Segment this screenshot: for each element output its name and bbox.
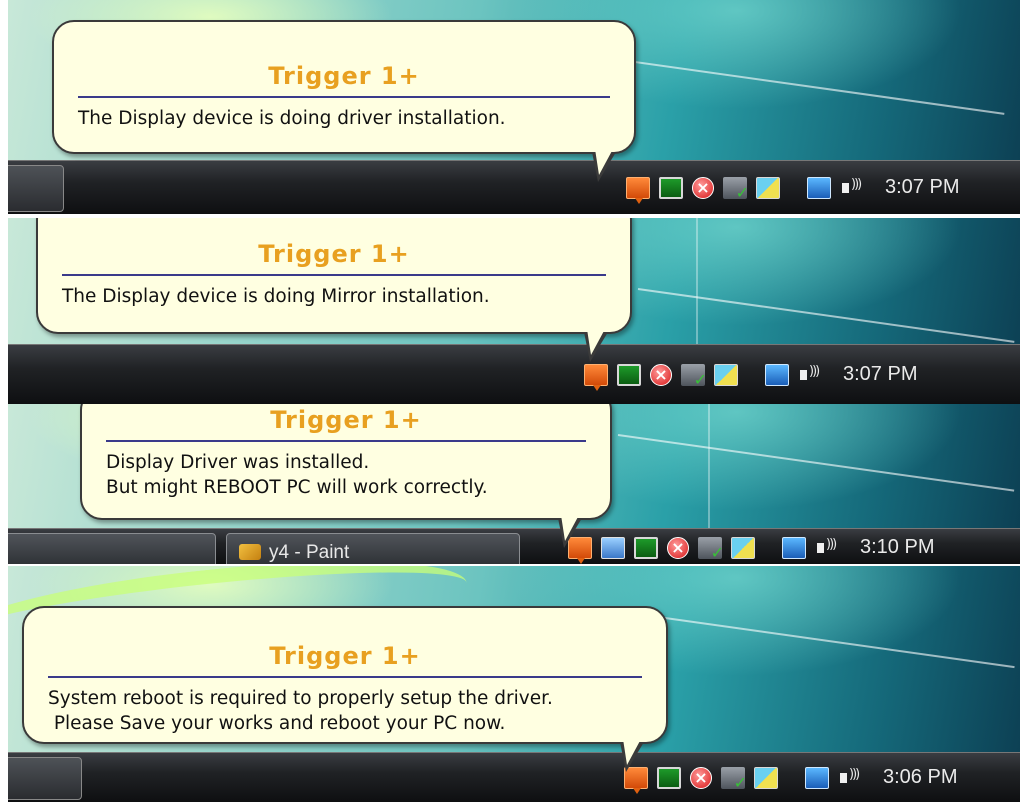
clock[interactable]: 3:07 PM [843, 363, 917, 386]
balloon-tail [558, 515, 582, 548]
network-connection-icon[interactable] [765, 363, 789, 386]
clock[interactable]: 3:07 PM [885, 176, 959, 199]
notification-balloon[interactable]: Trigger 1+ System reboot is required to … [22, 606, 668, 772]
taskbar: 3:07 PM [8, 344, 1020, 404]
network-icon[interactable] [754, 766, 778, 789]
usb-display-icon[interactable] [584, 363, 608, 391]
taskbar-button-label: y4 - Paint [269, 542, 350, 563]
balloon-title: Trigger 1+ [269, 642, 421, 670]
volume-icon[interactable] [840, 177, 862, 199]
system-tray: 3:06 PM [624, 753, 957, 802]
security-shield-icon[interactable] [690, 766, 712, 789]
system-tray: 3:07 PM [584, 345, 917, 404]
balloon-tail [620, 739, 644, 772]
clock[interactable]: 3:06 PM [883, 766, 957, 789]
update-check-icon[interactable] [723, 176, 749, 202]
monitor-icon[interactable] [634, 536, 658, 559]
taskbar: 3:06 PM [8, 752, 1020, 802]
system-tray: 3:10 PM [568, 531, 934, 564]
balloon-message: The Display device is doing Mirror insta… [62, 286, 490, 307]
paint-app-icon [239, 544, 261, 560]
monitor-icon[interactable] [657, 766, 681, 789]
notification-balloon[interactable]: Trigger 1+ Display Driver was installed.… [80, 404, 612, 548]
volume-icon[interactable] [838, 767, 860, 789]
balloon-title: Trigger 1+ [258, 240, 410, 268]
notification-balloon[interactable]: Trigger 1+ The Display device is doing d… [52, 20, 636, 182]
monitor-icon[interactable] [617, 363, 641, 386]
update-check-icon[interactable] [698, 536, 724, 562]
security-shield-icon[interactable] [667, 536, 689, 559]
network-connection-icon[interactable] [782, 536, 806, 559]
taskbar-button-paint[interactable]: y4 - Paint [226, 533, 520, 564]
update-check-icon[interactable] [721, 766, 747, 792]
start-button-edge[interactable] [8, 757, 82, 800]
start-button-edge[interactable] [8, 165, 64, 212]
network-icon[interactable] [756, 176, 780, 199]
security-shield-icon[interactable] [650, 363, 672, 386]
balloon-message: The Display device is doing driver insta… [78, 108, 506, 129]
balloon-tail [584, 329, 608, 362]
update-check-icon[interactable] [681, 363, 707, 389]
balloon-title: Trigger 1+ [268, 62, 420, 90]
screenshot-panel-2: 3:07 PM Trigger 1+ The Display device is… [8, 218, 1020, 404]
network-connection-icon[interactable] [805, 766, 829, 789]
balloon-tail [592, 149, 616, 182]
system-tray: 3:07 PM [626, 161, 959, 214]
network-icon[interactable] [731, 536, 755, 559]
balloon-divider [48, 676, 642, 678]
network-icon[interactable] [714, 363, 738, 386]
balloon-message: Display Driver was installed. But might … [106, 452, 488, 498]
balloon-divider [62, 274, 606, 276]
notification-balloon[interactable]: Trigger 1+ The Display device is doing M… [36, 218, 632, 362]
taskbar: y4 - Paint 3:10 PM [8, 528, 1020, 564]
volume-icon[interactable] [815, 537, 837, 559]
screenshot-panel-1: 3:07 PM Trigger 1+ The Display device is… [8, 0, 1020, 214]
balloon-divider [106, 440, 586, 442]
security-shield-icon[interactable] [692, 176, 714, 199]
screenshot-panel-3: y4 - Paint 3:10 PM Trigger 1+ Display Dr… [8, 404, 1020, 564]
paint-tray-icon[interactable] [601, 536, 625, 559]
network-connection-icon[interactable] [807, 176, 831, 199]
usb-display-icon[interactable] [626, 176, 650, 204]
taskbar-button-empty[interactable] [8, 533, 216, 564]
screenshot-panel-4: 3:06 PM Trigger 1+ System reboot is requ… [8, 566, 1020, 802]
clock[interactable]: 3:10 PM [860, 536, 934, 559]
balloon-title: Trigger 1+ [270, 406, 422, 434]
balloon-divider [78, 96, 610, 98]
balloon-message: System reboot is required to properly se… [48, 688, 553, 734]
taskbar: 3:07 PM [8, 160, 1020, 214]
monitor-icon[interactable] [659, 176, 683, 199]
volume-icon[interactable] [798, 364, 820, 386]
